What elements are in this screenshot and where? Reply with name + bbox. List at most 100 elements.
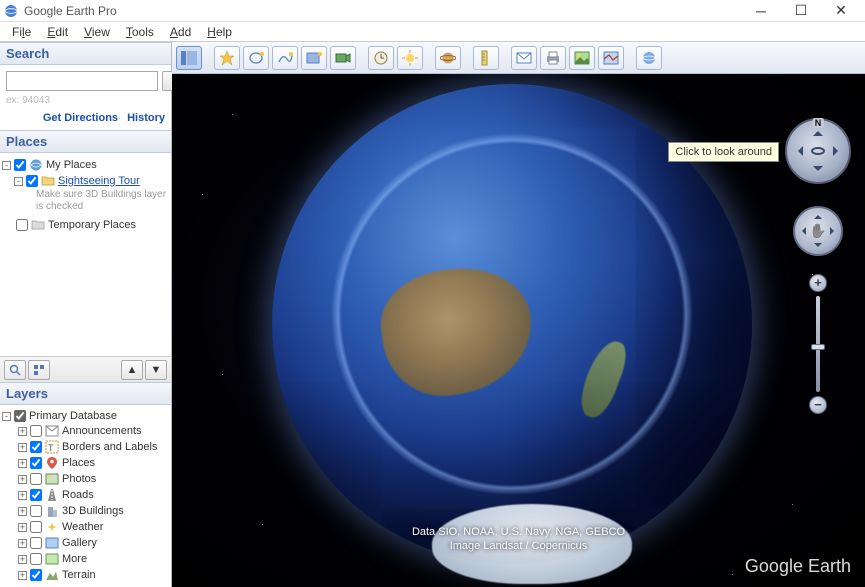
chevron-down-icon[interactable]: - — [14, 177, 23, 186]
chevron-right-icon[interactable]: + — [18, 555, 27, 564]
sightseeing-tour-node[interactable]: - Sightseeing Tour — [2, 173, 169, 189]
zoom-track[interactable] — [816, 296, 820, 392]
layer-checkbox[interactable] — [30, 569, 42, 581]
zoom-control[interactable]: + − — [809, 274, 827, 414]
menu-help[interactable]: Help — [199, 23, 240, 41]
minimize-button[interactable]: ─ — [741, 0, 781, 22]
temporary-places-checkbox[interactable] — [16, 219, 28, 231]
layer-more[interactable]: +More — [2, 551, 169, 567]
pan-control[interactable]: ✋ — [793, 206, 843, 256]
maximize-button[interactable]: ☐ — [781, 0, 821, 22]
zoom-thumb[interactable] — [811, 344, 825, 350]
layer-places[interactable]: +Places — [2, 455, 169, 471]
pan-left-icon[interactable] — [798, 227, 806, 235]
temporary-places-node[interactable]: Temporary Places — [2, 217, 169, 233]
places-up-icon[interactable]: ▲ — [121, 360, 143, 380]
layer-label: Roads — [62, 489, 94, 501]
placemark-button[interactable] — [214, 46, 240, 70]
layer-terrain[interactable]: +Terrain — [2, 567, 169, 583]
layer-roads[interactable]: + Roads — [2, 487, 169, 503]
menu-tools[interactable]: Tools — [118, 23, 162, 41]
email-button[interactable] — [511, 46, 537, 70]
ruler-button[interactable] — [473, 46, 499, 70]
image-overlay-button[interactable] — [301, 46, 327, 70]
chevron-right-icon[interactable]: + — [18, 523, 27, 532]
polygon-button[interactable] — [243, 46, 269, 70]
save-image-button[interactable] — [569, 46, 595, 70]
layer-checkbox[interactable] — [30, 553, 42, 565]
pan-up-icon[interactable] — [814, 211, 822, 219]
sign-in-button[interactable] — [636, 46, 662, 70]
zoom-in-button[interactable]: + — [809, 274, 827, 292]
layer-checkbox[interactable] — [30, 425, 42, 437]
look-left-icon[interactable] — [793, 146, 803, 156]
menu-add[interactable]: Add — [162, 23, 199, 41]
my-places-node[interactable]: - My Places — [2, 157, 169, 173]
layer-gallery[interactable]: +Gallery — [2, 535, 169, 551]
main-toolbar — [172, 42, 865, 74]
sunlight-button[interactable] — [397, 46, 423, 70]
history-link[interactable]: History — [127, 112, 165, 124]
layer-checkbox[interactable] — [30, 521, 42, 533]
menu-view[interactable]: View — [76, 23, 118, 41]
search-hint: ex: 94043 — [6, 95, 165, 106]
chevron-down-icon[interactable]: - — [2, 161, 11, 170]
view-in-maps-button[interactable] — [598, 46, 624, 70]
layer-checkbox[interactable] — [30, 537, 42, 549]
places-down-icon[interactable]: ▼ — [145, 360, 167, 380]
layer-3d-buildings[interactable]: +3D Buildings — [2, 503, 169, 519]
places-search-icon[interactable] — [4, 360, 26, 380]
chevron-right-icon[interactable]: + — [18, 475, 27, 484]
menu-file[interactable]: File — [4, 23, 39, 41]
layer-announcements[interactable]: +Announcements — [2, 423, 169, 439]
get-directions-link[interactable]: Get Directions — [43, 112, 118, 124]
primary-db-checkbox[interactable] — [14, 410, 26, 422]
chevron-right-icon[interactable]: + — [18, 571, 27, 580]
layer-checkbox[interactable] — [30, 457, 42, 469]
sightseeing-label[interactable]: Sightseeing Tour — [58, 175, 140, 187]
zoom-out-button[interactable]: − — [809, 396, 827, 414]
chevron-right-icon[interactable]: + — [18, 427, 27, 436]
landmass-newzealand — [574, 336, 631, 422]
path-button[interactable] — [272, 46, 298, 70]
chevron-down-icon[interactable]: - — [2, 412, 11, 421]
globe-icon — [29, 158, 43, 172]
layer-checkbox[interactable] — [30, 505, 42, 517]
planet-button[interactable] — [435, 46, 461, 70]
places-header[interactable]: Places — [0, 130, 171, 153]
layers-header[interactable]: Layers — [0, 382, 171, 405]
sightseeing-checkbox[interactable] — [26, 175, 38, 187]
layer-borders-and-labels[interactable]: +TBorders and Labels — [2, 439, 169, 455]
chevron-right-icon[interactable]: + — [18, 507, 27, 516]
look-down-icon[interactable] — [813, 166, 823, 176]
look-around-control[interactable]: N — [785, 118, 851, 184]
layer-weather[interactable]: +Weather — [2, 519, 169, 535]
primary-database-node[interactable]: - Primary Database — [2, 409, 169, 423]
layer-checkbox[interactable] — [30, 473, 42, 485]
chevron-right-icon[interactable]: + — [18, 539, 27, 548]
chevron-right-icon[interactable]: + — [18, 491, 27, 500]
globe-viewport[interactable]: Click to look around N ✋ + − — [172, 74, 865, 587]
hand-icon: ✋ — [809, 223, 826, 240]
pan-down-icon[interactable] — [814, 243, 822, 251]
chevron-right-icon[interactable]: + — [18, 443, 27, 452]
look-right-icon[interactable] — [833, 146, 843, 156]
layer-photos[interactable]: + Photos — [2, 471, 169, 487]
layer-checkbox[interactable] — [30, 489, 42, 501]
print-button[interactable] — [540, 46, 566, 70]
search-header[interactable]: Search — [0, 42, 171, 65]
menubar: File Edit View Tools Add Help — [0, 22, 865, 42]
chevron-right-icon[interactable]: + — [18, 459, 27, 468]
search-input[interactable] — [6, 71, 158, 91]
close-button[interactable]: ✕ — [821, 0, 861, 22]
record-tour-button[interactable] — [330, 46, 356, 70]
my-places-checkbox[interactable] — [14, 159, 26, 171]
menu-edit[interactable]: Edit — [39, 23, 76, 41]
time-slider-button[interactable] — [368, 46, 394, 70]
look-up-icon[interactable] — [813, 126, 823, 136]
places-tree-icon[interactable] — [28, 360, 50, 380]
pan-right-icon[interactable] — [830, 227, 838, 235]
layer-checkbox[interactable] — [30, 441, 42, 453]
sidebar-toggle-button[interactable] — [176, 46, 202, 70]
layer-label: Photos — [62, 473, 96, 485]
